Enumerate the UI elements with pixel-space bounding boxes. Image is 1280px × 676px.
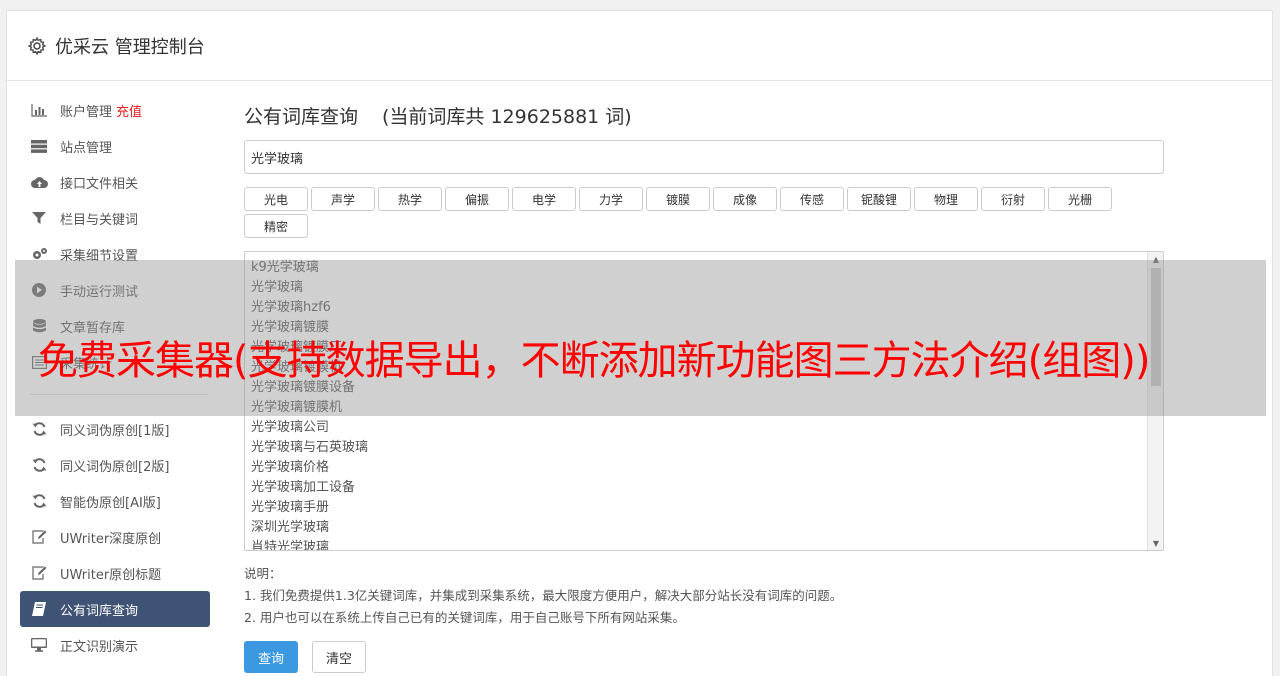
list-item[interactable]: 光学玻璃手册 xyxy=(251,498,1163,518)
category-tag-button[interactable]: 铌酸锂 xyxy=(847,187,911,211)
sidebar-item-label: UWriter深度原创 xyxy=(60,531,162,547)
page-title-text: 公有词库查询 xyxy=(244,105,359,128)
sidebar-item-label: 智能伪原创[AI版] xyxy=(60,495,161,511)
sidebar-item[interactable]: UWriter深度原创 xyxy=(20,519,210,555)
recharge-badge[interactable]: 充值 xyxy=(116,101,142,120)
query-button[interactable]: 查询 xyxy=(244,641,298,673)
sidebar-item[interactable]: 正文识别演示 xyxy=(20,627,210,663)
sidebar-item[interactable]: 栏目与关键词 xyxy=(20,200,210,236)
overlay-title: 免费采集器(支持数据导出，不断添加新功能图三方法介绍(组图)) xyxy=(38,338,1150,384)
category-tags: 光电 声学 热学 偏振 电学 力学 镀膜 成像 传感 铌酸锂 物理 衍射 光栅精密 xyxy=(244,187,1124,241)
scroll-down-icon[interactable]: ▼ xyxy=(1148,536,1163,550)
word-count-text: (当前词库共 129625881 词) xyxy=(382,105,632,128)
sidebar-item[interactable]: 公有词库查询 xyxy=(20,591,210,627)
sidebar-item-label: 同义词伪原创[1版] xyxy=(60,423,170,439)
sidebar-item-label: 接口文件相关 xyxy=(60,176,139,192)
sidebar-item-label: 正文识别演示 xyxy=(60,639,139,655)
sidebar-item-label: 同义词伪原创[2版] xyxy=(60,459,170,475)
refresh-icon xyxy=(30,458,48,472)
category-tag-button[interactable]: 电学 xyxy=(512,187,576,211)
sidebar-item-label: 站点管理 xyxy=(60,140,113,156)
filter-icon xyxy=(30,211,48,225)
category-tag-button[interactable]: 镀膜 xyxy=(646,187,710,211)
desktop-icon xyxy=(30,638,48,652)
list-item[interactable]: 光学玻璃公司 xyxy=(251,418,1163,438)
clear-button[interactable]: 清空 xyxy=(312,641,366,673)
gears-icon xyxy=(30,247,48,261)
category-tag-button[interactable]: 热学 xyxy=(378,187,442,211)
sidebar-item-label: 栏目与关键词 xyxy=(60,212,139,228)
list-item[interactable]: 光学玻璃与石英玻璃 xyxy=(251,438,1163,458)
notes-section: 说明： 1. 我们免费提供1.3亿关键词库，并集成到采集系统，最大限度方便用户，… xyxy=(244,563,1164,629)
category-tag-button[interactable]: 偏振 xyxy=(445,187,509,211)
refresh-icon xyxy=(30,422,48,436)
sidebar-item[interactable]: 接口文件相关 xyxy=(20,164,210,200)
notes-title: 说明： xyxy=(244,566,282,581)
category-tag-button[interactable]: 衍射 xyxy=(981,187,1045,211)
list-item[interactable]: 光学玻璃价格 xyxy=(251,458,1163,478)
category-tag-button[interactable]: 物理 xyxy=(914,187,978,211)
category-tag-button[interactable]: 光电 xyxy=(244,187,308,211)
category-tag-button[interactable]: 力学 xyxy=(579,187,643,211)
note-line: 1. 我们免费提供1.3亿关键词库，并集成到采集系统，最大限度方便用户，解决大部… xyxy=(244,588,843,603)
edit-icon xyxy=(30,566,48,580)
sidebar-item[interactable]: UWriter原创标题 xyxy=(20,555,210,591)
header-bar: 优采云 管理控制台 xyxy=(7,11,1272,81)
sidebar-item[interactable]: 站点管理 xyxy=(20,128,210,164)
category-tag-button[interactable]: 精密 xyxy=(244,214,308,238)
edit-icon xyxy=(30,530,48,544)
sidebar-item-label: 账户管理 xyxy=(60,104,113,120)
keyword-search-input[interactable] xyxy=(244,140,1164,174)
note-line: 2. 用户也可以在系统上传自己已有的关键词库，用于自己账号下所有网站采集。 xyxy=(244,610,685,625)
category-tag-button[interactable]: 传感 xyxy=(780,187,844,211)
app-title: 优采云 管理控制台 xyxy=(55,36,205,58)
sidebar-item[interactable]: 同义词伪原创[2版] xyxy=(20,447,210,483)
list-item[interactable]: 肖特光学玻璃 xyxy=(251,538,1163,550)
sidebar-item[interactable]: 智能伪原创[AI版] xyxy=(20,483,210,519)
sidebar-item-label: 公有词库查询 xyxy=(60,603,139,619)
gear-icon xyxy=(27,36,47,56)
sidebar-item[interactable]: 同义词伪原创[1版] xyxy=(20,411,210,447)
bar-chart-icon xyxy=(30,103,48,117)
sidebar-item-label: UWriter原创标题 xyxy=(60,567,162,583)
action-buttons: 查询 清空 xyxy=(244,641,1164,673)
category-tag-button[interactable]: 成像 xyxy=(713,187,777,211)
list-item[interactable]: 深圳光学玻璃 xyxy=(251,518,1163,538)
book-icon xyxy=(30,602,48,616)
category-tag-button[interactable]: 光栅 xyxy=(1048,187,1112,211)
sidebar-item[interactable]: 账户管理 充值 xyxy=(20,92,210,128)
cloud-upload-icon xyxy=(30,175,48,189)
server-icon xyxy=(30,139,48,153)
page-title: 公有词库查询 (当前词库共 129625881 词) xyxy=(244,100,1164,130)
list-item[interactable]: 光学玻璃加工设备 xyxy=(251,478,1163,498)
category-tag-button[interactable]: 声学 xyxy=(311,187,375,211)
refresh-icon xyxy=(30,494,48,508)
